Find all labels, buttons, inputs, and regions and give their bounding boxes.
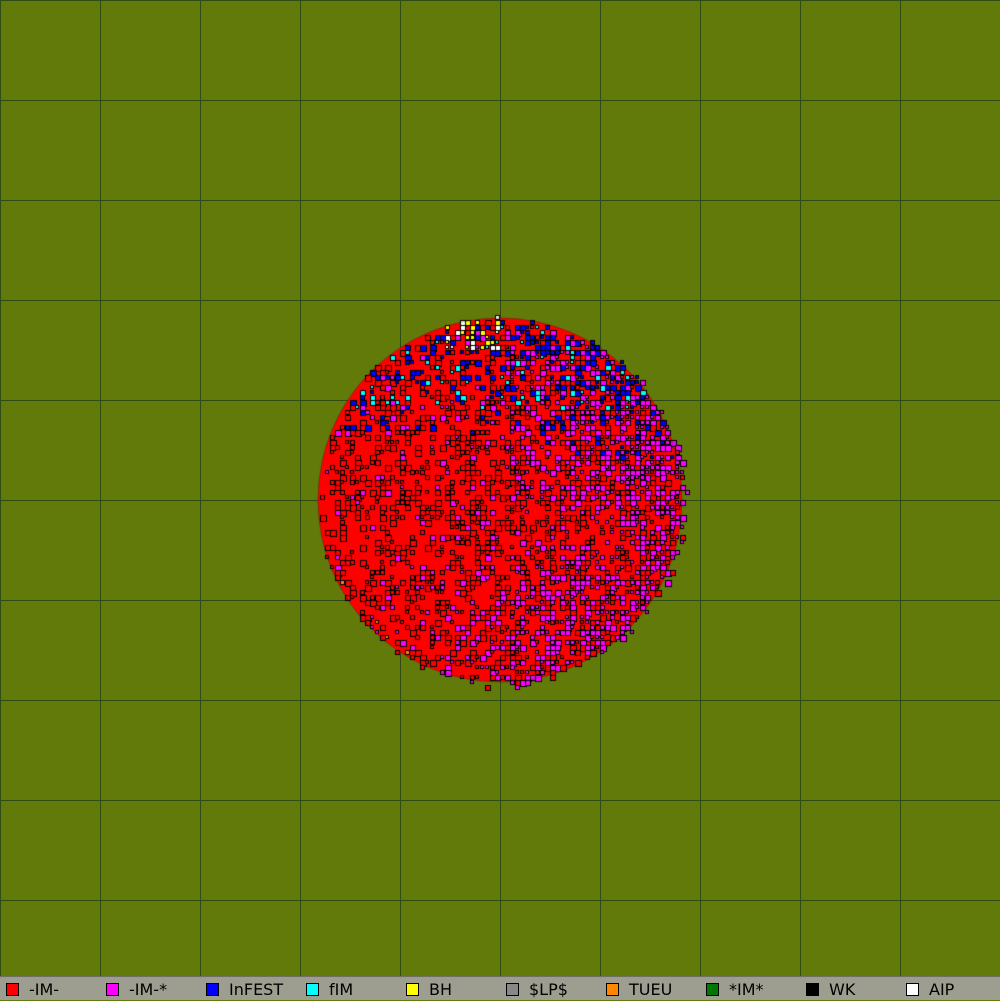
blue-square-icon <box>206 982 219 996</box>
legend-item: *IM* <box>700 977 764 1001</box>
legend-label: BH <box>429 979 453 999</box>
legend-item: -IM- <box>0 977 59 1001</box>
red-square-icon <box>6 982 19 996</box>
legend-label: AIP <box>929 979 955 999</box>
cyan-square-icon <box>306 982 319 996</box>
legend-label: -IM- <box>29 979 60 999</box>
legend-item: WK <box>800 977 855 1001</box>
colony-blob <box>0 0 1000 976</box>
gray-square-icon <box>506 982 519 996</box>
yellow-square-icon <box>406 982 419 996</box>
world-map[interactable] <box>0 0 1000 976</box>
legend-label: *IM* <box>729 979 764 999</box>
legend-item: $LP$ <box>500 977 568 1001</box>
legend-bar: -IM- -IM-* InFEST fIM BH $LP$ TUEU *IM* … <box>0 976 1000 1000</box>
legend-label: InFEST <box>229 979 284 999</box>
legend-item: TUEU <box>600 977 672 1001</box>
legend-label: fIM <box>329 979 354 999</box>
orange-square-icon <box>606 982 619 996</box>
legend-item: BH <box>400 977 452 1001</box>
white-square-icon <box>906 982 919 996</box>
legend-item: fIM <box>300 977 353 1001</box>
black-square-icon <box>806 982 819 996</box>
legend-label: TUEU <box>629 979 673 999</box>
legend-item: AIP <box>900 977 954 1001</box>
legend-item: -IM-* <box>100 977 167 1001</box>
green-square-icon <box>706 982 719 996</box>
legend-item: InFEST <box>200 977 283 1001</box>
magenta-square-icon <box>106 982 119 996</box>
legend-label: $LP$ <box>529 979 568 999</box>
legend-label: -IM-* <box>129 979 168 999</box>
legend-label: WK <box>829 979 856 999</box>
